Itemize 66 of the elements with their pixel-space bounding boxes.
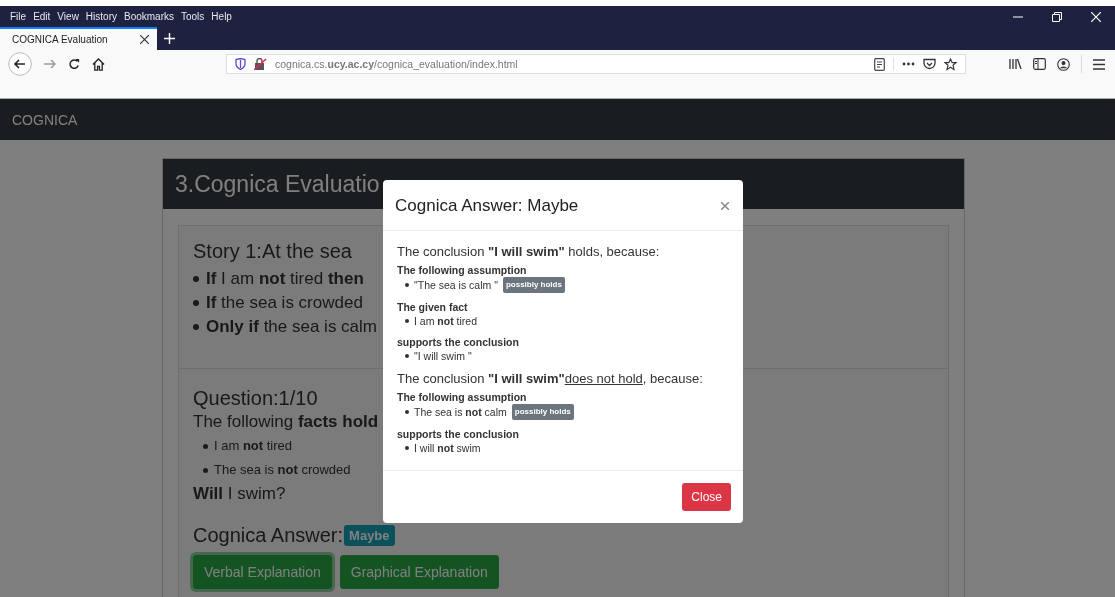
answer-badge: Maybe (344, 525, 395, 546)
forward-icon[interactable] (43, 58, 57, 70)
status-badge: possibly holds (511, 404, 574, 420)
bullet-icon (193, 276, 199, 282)
card-title: 3.Cognica Evaluatio (175, 170, 380, 198)
plus-icon[interactable] (164, 33, 175, 44)
item-text: I will not swim (414, 441, 481, 455)
url-text: cognica.cs.ucy.ac.cy/cognica_evaluation/index.html (275, 58, 518, 70)
menu-item[interactable]: File (10, 11, 27, 22)
bullet-icon (405, 446, 409, 450)
back-icon[interactable] (8, 52, 32, 76)
item-text: The sea is not calm (414, 405, 507, 419)
group-label: supports the conclusion (397, 335, 520, 349)
status-badge: possibly holds (502, 277, 565, 293)
story-title: Story 1:At the sea (193, 240, 352, 263)
menu-item[interactable]: Bookmarks (124, 11, 174, 22)
home-icon[interactable] (92, 57, 105, 71)
answer-label: Cognica Answer: (193, 524, 344, 547)
group-label: The given fact (397, 300, 469, 314)
library-icon[interactable] (1009, 58, 1022, 70)
pocket-icon[interactable] (923, 58, 936, 70)
conclusion-text: The conclusion "I will swim"does not hold, because: (397, 370, 704, 387)
group-label: supports the conclusion (397, 427, 520, 441)
rule-text: Only if the sea is calm (206, 316, 377, 338)
menu-item[interactable]: Tools (181, 11, 205, 22)
group-label: The following assumption (397, 263, 528, 277)
account-icon[interactable] (1057, 57, 1070, 71)
bullet-icon (405, 319, 409, 323)
item-text: I am not tired (414, 314, 477, 328)
bullet-icon (405, 283, 409, 287)
bullet-icon (203, 443, 208, 449)
menu-icon[interactable] (1093, 58, 1105, 70)
bullet-icon (193, 324, 199, 330)
bullet-icon (203, 467, 208, 473)
shield-icon[interactable] (235, 58, 246, 70)
bullet-icon (405, 354, 409, 358)
item-text: "The sea is calm " (414, 278, 498, 292)
star-icon[interactable] (944, 57, 957, 71)
reload-icon[interactable] (68, 57, 81, 71)
menu-item[interactable]: History (85, 11, 117, 22)
address-bar[interactable]: cognica.cs.ucy.ac.cy/cognica_evaluation/index.html (226, 54, 966, 74)
rule-text: If I am not tired then (206, 268, 364, 290)
fact-text: The sea is not crowded (214, 461, 351, 479)
browser-tab[interactable]: COGNICA Evaluation (0, 27, 157, 50)
question-title: Question:1/10 (193, 387, 318, 410)
menu-item[interactable]: View (57, 11, 79, 22)
rule-text: If the sea is crowded (206, 292, 363, 314)
question-intro: The following facts hold (193, 412, 379, 432)
more-icon[interactable] (902, 62, 915, 66)
item-text: "I will swim " (414, 349, 472, 363)
close-button[interactable]: Close (682, 483, 731, 511)
group-label: The following assumption (397, 390, 528, 404)
question-text: Will I swim? (193, 484, 286, 504)
reader-icon[interactable] (874, 57, 885, 71)
restore-icon[interactable] (1052, 11, 1062, 22)
sidebar-icon[interactable] (1033, 58, 1046, 70)
bullet-icon (193, 300, 199, 306)
insecure-lock-icon[interactable] (254, 58, 267, 70)
bullet-icon (405, 410, 409, 414)
menu-item[interactable]: Edit (33, 11, 51, 22)
site-brand[interactable]: COGNICA (12, 111, 78, 128)
dialog-title: Cognica Answer: Maybe (395, 196, 579, 216)
conclusion-text: The conclusion "I will swim" holds, because: (397, 243, 661, 260)
fact-text: I am not tired (214, 437, 293, 455)
close-icon[interactable] (140, 35, 149, 44)
menu-item[interactable]: Help (211, 11, 232, 22)
